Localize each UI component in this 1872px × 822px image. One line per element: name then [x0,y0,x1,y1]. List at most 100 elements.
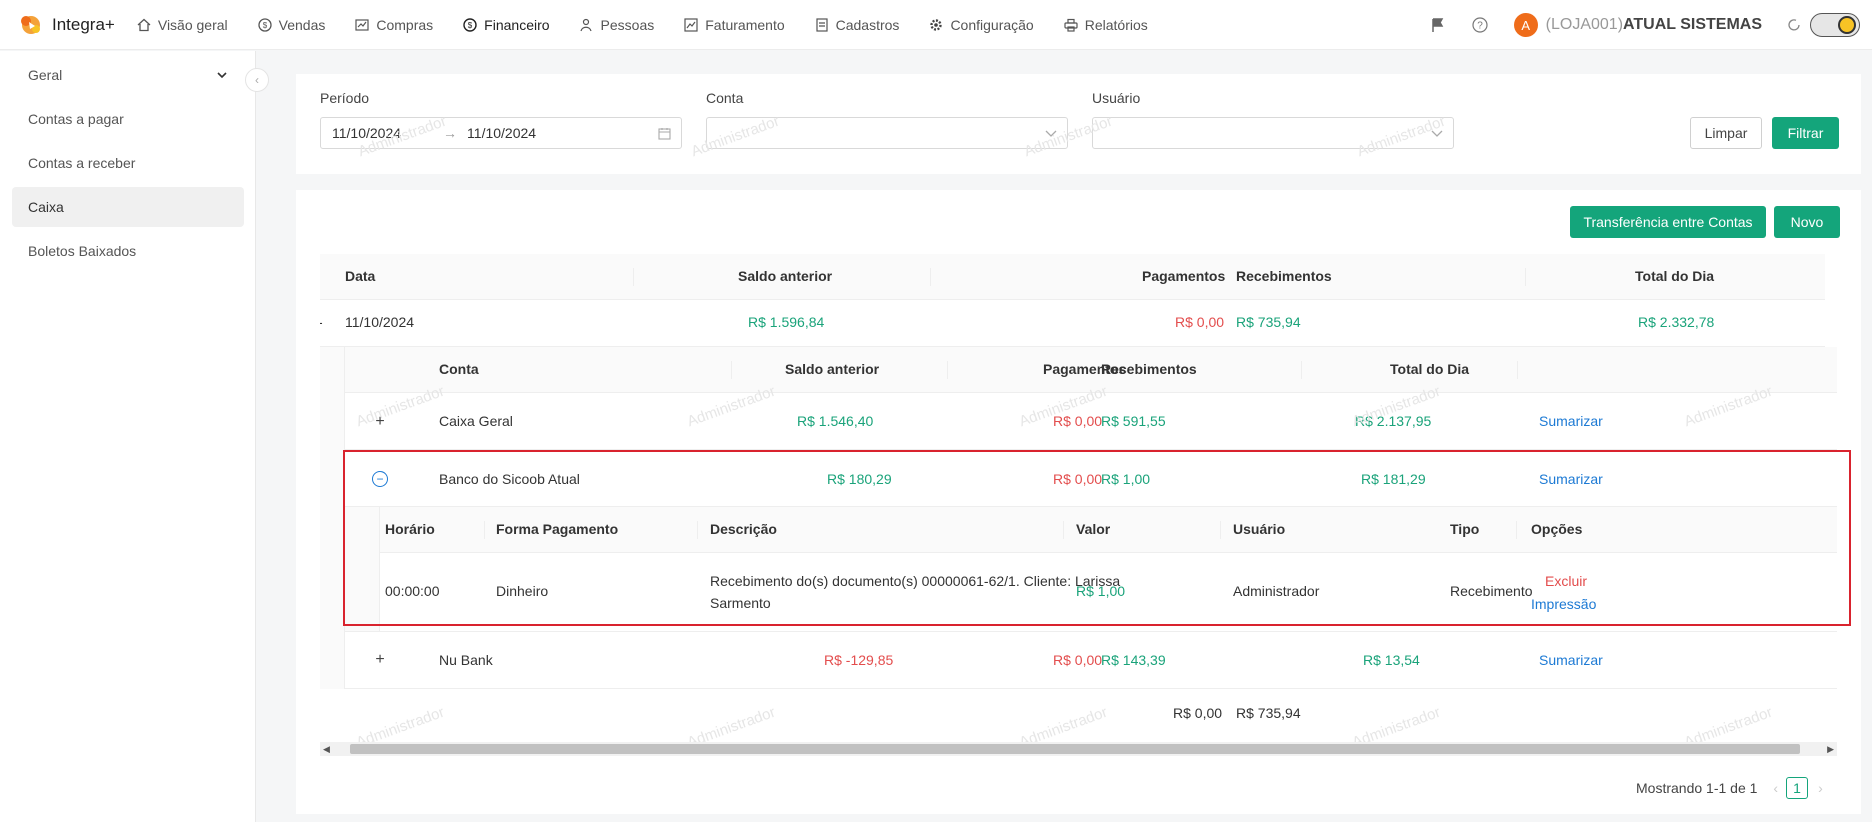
avatar[interactable]: A [1513,13,1538,37]
sidebar-item-caixa[interactable]: Caixa [12,187,244,227]
brand-name: Integra+ [52,14,115,34]
nav-cadastros[interactable]: Cadastros [815,16,900,33]
nav-pessoas[interactable]: Pessoas [579,16,655,33]
sumarizar-link[interactable]: Sumarizar [1539,652,1603,668]
nav-label: Financeiro [484,16,550,33]
date-start[interactable]: 11/10/2024 [332,125,401,141]
refresh-icon[interactable] [1786,17,1802,33]
nav-relatorios[interactable]: Relatórios [1064,17,1148,33]
periodo-label: Período [320,90,370,106]
transfer-button[interactable]: Transferência entre Contas [1570,206,1766,238]
nav-financeiro[interactable]: $ Financeiro [463,16,550,33]
caixa-panel: Transferência entre Contas Novo Data Sal… [296,190,1861,814]
trend-icon [684,17,698,32]
scroll-right-icon[interactable]: ▶ [1827,744,1834,755]
sidebar-item-label: Caixa [28,199,64,215]
account-total: R$ 2.137,95 [1355,413,1432,429]
nav-compras[interactable]: Compras [355,17,433,33]
dollar-circle-icon: $ [258,17,272,32]
nav-label: Relatórios [1084,16,1148,33]
novo-button[interactable]: Novo [1774,206,1840,238]
account-row[interactable]: + Caixa Geral R$ 1.546,40 R$ 0,00 R$ 591… [345,393,1837,450]
logo[interactable]: Integra+ [16,10,115,40]
nav-label: Compras [376,16,434,33]
nav-label: Vendas [278,16,326,33]
account-name: Caixa Geral [439,413,513,429]
scroll-left-icon[interactable]: ◀ [323,744,330,755]
arrow-right-icon: → [443,125,458,141]
date-range-input[interactable]: 11/10/2024 → 11/10/2024 [320,117,682,149]
nav-configuracao[interactable]: Configuração [929,17,1034,33]
sidebar-item-contas-pagar[interactable]: Contas a pagar [12,99,244,139]
nav-label: Visão geral [157,16,228,33]
theme-toggle[interactable] [1810,13,1860,37]
sidebar-item-label: Boletos Baixados [28,243,137,259]
sidebar-item-geral[interactable]: Geral [12,55,244,95]
day-date: 11/10/2024 [345,314,415,330]
sidebar-item-label: Contas a pagar [28,111,124,127]
accounts-header: Conta Saldo anterior Pagamentos Recebime… [345,347,1837,393]
document-icon [816,17,828,32]
account-recebimentos: R$ 143,39 [1101,652,1166,668]
nav-label: Pessoas [600,16,655,33]
chevron-left-icon: ‹ [255,73,259,87]
nav-faturamento[interactable]: Faturamento [684,17,785,33]
conta-select[interactable] [706,117,1068,149]
total-pagamentos: R$ 0,00 [1173,705,1223,721]
main-nav: Visão geral $ Vendas Compras $ Financeir… [137,17,1178,33]
account-total: R$ 13,54 [1363,652,1420,668]
page-button[interactable]: 1 [1786,777,1809,799]
sun-icon [1838,16,1856,34]
highlight-box [343,450,1851,626]
col-pagamentos: Pagamentos [1142,268,1226,284]
sidebar-item-label: Contas a receber [28,155,136,171]
col-conta: Conta [439,361,479,377]
scrollbar-thumb[interactable] [350,744,1800,754]
store-code: (LOJA001) [1545,16,1624,33]
day-total: R$ 2.332,78 [1638,314,1715,330]
sidebar-item-label: Geral [28,67,63,83]
filtrar-button[interactable]: Filtrar [1772,117,1839,149]
gear-icon [930,18,943,31]
calendar-icon[interactable] [658,127,671,140]
expand-icon[interactable]: + [373,651,387,668]
col-recebimentos: Recebimentos [1236,268,1332,284]
usuario-select[interactable] [1092,117,1454,149]
chevron-left-icon[interactable]: ‹ [1773,780,1778,796]
help-icon[interactable]: ? [1472,17,1488,33]
expand-icon[interactable]: + [373,413,387,430]
account-recebimentos: R$ 591,55 [1101,413,1166,429]
printer-icon [1064,18,1078,32]
collapse-icon[interactable]: - [320,314,323,330]
table-header: Data Saldo anterior Pagamentos Recebimen… [320,254,1825,300]
limpar-button[interactable]: Limpar [1690,117,1762,149]
account-pagamentos: R$ 0,00 [1053,652,1103,668]
account-pagamentos: R$ 0,00 [1053,413,1103,429]
table-row-day[interactable]: - 11/10/2024 R$ 1.596,84 R$ 0,00 R$ 735,… [320,300,1825,347]
flag-icon[interactable] [1430,17,1446,33]
sidebar: Geral Contas a pagar Contas a receber Ca… [0,51,256,822]
chevron-right-icon[interactable]: › [1818,780,1823,796]
col-total: Total do Dia [1635,268,1715,284]
nav-label: Cadastros [835,16,900,33]
svg-text:?: ? [1477,21,1483,32]
home-icon [137,18,151,31]
horizontal-scrollbar[interactable]: ◀ ▶ [320,742,1837,756]
usuario-label: Usuário [1092,90,1141,106]
sumarizar-link[interactable]: Sumarizar [1539,413,1603,429]
nav-visao-geral[interactable]: Visão geral [137,17,228,33]
store-name: ATUAL SISTEMAS [1623,16,1762,33]
nav-vendas[interactable]: $ Vendas [258,16,326,33]
pagination-text: Mostrando 1-1 de 1 [1636,780,1758,796]
sidebar-item-contas-receber[interactable]: Contas a receber [12,143,244,183]
sidebar-item-boletos[interactable]: Boletos Baixados [12,231,244,271]
store-label[interactable]: (LOJA001)ATUAL SISTEMAS [1546,16,1762,34]
date-end[interactable]: 11/10/2024 [467,125,536,141]
chevron-down-icon [1431,130,1443,137]
pagination: Mostrando 1-1 de 1 ‹ 1 › [1636,776,1823,800]
people-icon [579,18,592,31]
sidebar-collapse-button[interactable]: ‹ [245,68,269,92]
account-row[interactable]: + Nu Bank R$ -129,85 R$ 0,00 R$ 143,39 R… [345,631,1837,689]
col-saldo: Saldo anterior [785,361,880,377]
svg-text:$: $ [468,21,473,30]
